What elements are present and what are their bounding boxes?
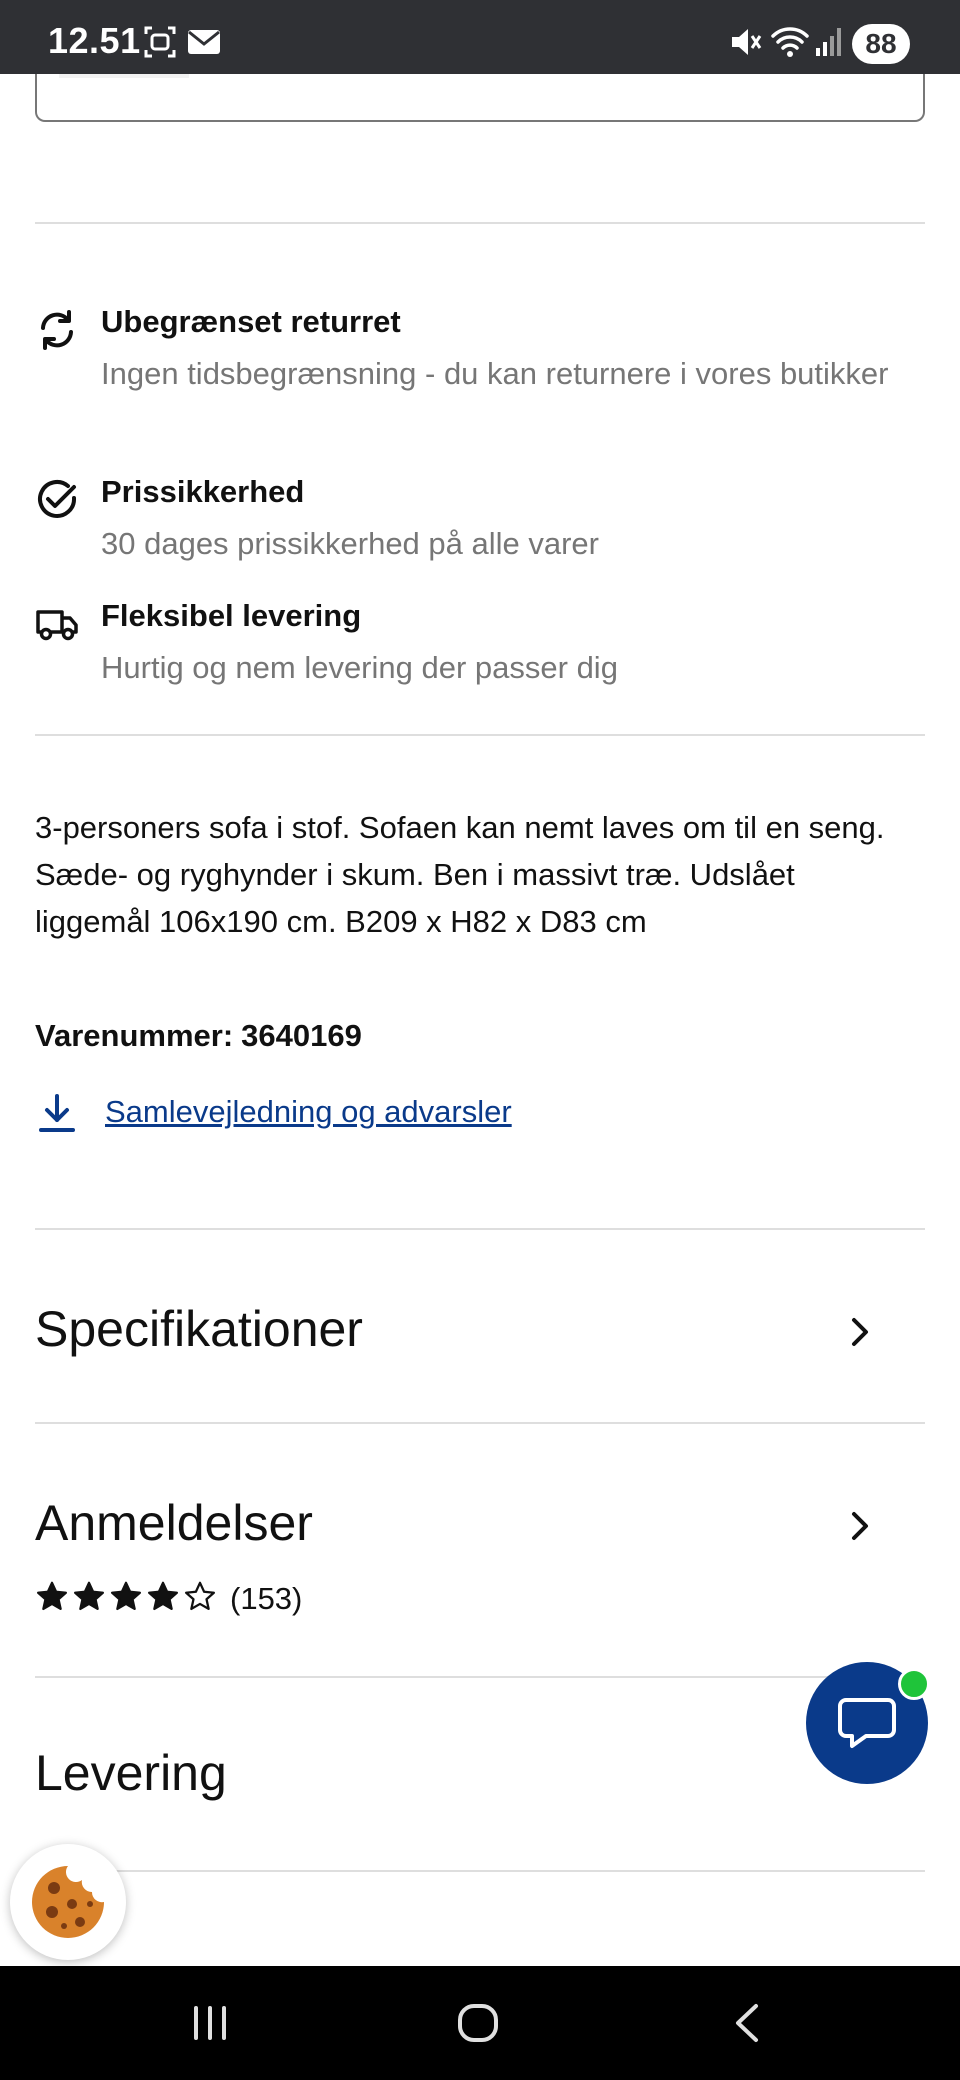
assembly-instructions-link[interactable]: Samlevejledning og advarsler <box>35 1088 635 1138</box>
section-title: Levering <box>35 1745 227 1801</box>
star-filled-icon <box>110 1581 142 1611</box>
cookie-icon <box>32 1866 104 1938</box>
refresh-icon <box>35 308 79 352</box>
divider <box>35 1676 925 1678</box>
mute-icon <box>728 24 764 65</box>
section-title: Specifikationer <box>35 1301 363 1357</box>
product-description: 3-personers sofa i stof. Sofaen kan nemt… <box>35 810 885 939</box>
usp-description: Ingen tidsbegrænsning - du kan returnere… <box>101 356 889 391</box>
sku-label: Varenummer: <box>35 1018 234 1053</box>
accordion-delivery[interactable]: Levering <box>35 1744 925 1854</box>
screenshot-icon <box>142 24 178 65</box>
usp-description: 30 dages prissikkerhed på alle varer <box>101 526 599 561</box>
divider <box>35 1870 925 1872</box>
recent-apps-icon[interactable] <box>190 2002 230 2049</box>
section-title: Anmeldelser <box>35 1495 313 1551</box>
placeholder-block <box>59 74 189 78</box>
cookie-settings-button[interactable] <box>10 1844 126 1960</box>
accordion-reviews[interactable]: Anmeldelser (153) <box>35 1494 925 1634</box>
status-time: 12.51 <box>48 20 141 61</box>
divider <box>35 1422 925 1424</box>
truck-icon <box>35 602 79 646</box>
star-filled-icon <box>147 1581 179 1611</box>
divider <box>35 1228 925 1230</box>
star-rating: (153) <box>35 1580 302 1620</box>
chat-button[interactable] <box>806 1662 930 1784</box>
chevron-right-icon <box>845 1314 875 1355</box>
product-details: Ubegrænset returret Ingen tidsbegrænsnin… <box>0 74 960 1966</box>
download-icon <box>35 1092 79 1141</box>
home-icon[interactable] <box>456 2002 500 2049</box>
link-label[interactable]: Samlevejledning og advarsler <box>105 1094 512 1130</box>
system-navigation-bar <box>0 1966 960 2080</box>
divider <box>35 222 925 224</box>
usp-title: Fleksibel levering <box>101 598 362 633</box>
accordion-specifications[interactable]: Specifikationer <box>35 1300 925 1410</box>
status-bar: 12.51 88 <box>0 0 960 74</box>
input-field-bottom[interactable] <box>35 74 925 122</box>
usp-description: Hurtig og nem levering der passer dig <box>101 650 618 685</box>
chevron-right-icon <box>845 1508 875 1549</box>
star-empty-icon <box>184 1581 216 1611</box>
sku-value: 3640169 <box>241 1018 362 1053</box>
divider <box>35 734 925 736</box>
review-count: (153) <box>230 1581 303 1616</box>
online-status-dot <box>898 1668 930 1700</box>
wifi-icon <box>770 24 810 65</box>
check-circle-icon <box>35 478 79 522</box>
star-filled-icon <box>73 1581 105 1611</box>
sku: Varenummer: 3640169 <box>35 1018 362 1054</box>
star-filled-icon <box>36 1581 68 1611</box>
usp-title: Ubegrænset returret <box>101 304 401 339</box>
usp-title: Prissikkerhed <box>101 474 305 509</box>
mail-icon <box>186 24 222 65</box>
signal-icon <box>814 24 844 65</box>
back-icon[interactable] <box>728 2002 768 2049</box>
battery-indicator: 88 <box>852 24 910 64</box>
